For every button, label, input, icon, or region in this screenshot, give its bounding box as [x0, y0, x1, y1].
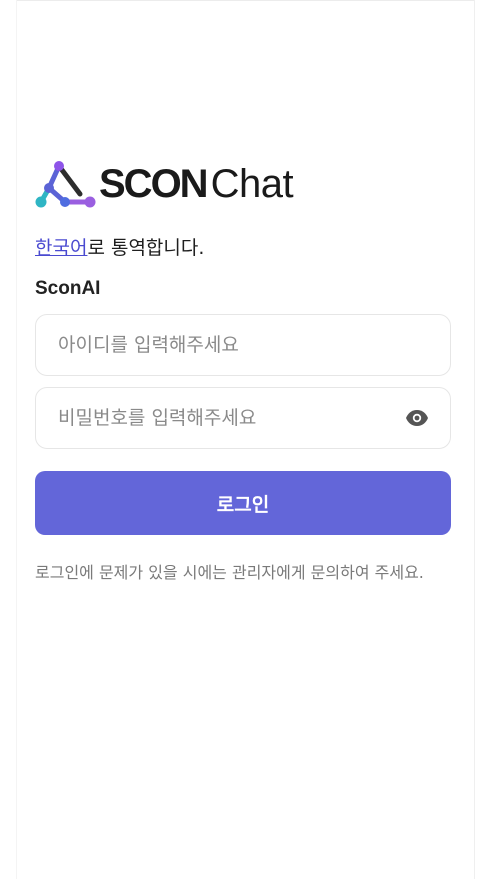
id-field[interactable] [35, 314, 451, 376]
language-link[interactable]: 한국어 [35, 237, 87, 259]
left-frame-border [16, 0, 17, 879]
right-frame-border [474, 0, 475, 879]
translation-notice: 한국어로 통역합니다. [35, 234, 451, 262]
logo-wordmark-bold: SCON [99, 161, 209, 206]
organization-name: SconAI [35, 278, 101, 299]
id-input[interactable] [56, 333, 430, 357]
login-panel: SCON Chat 한국어로 통역합니다. SconAI 로그인 로그인에 문제… [35, 156, 451, 587]
scon-network-logo-icon [35, 161, 96, 208]
login-button[interactable]: 로그인 [35, 471, 451, 535]
top-frame-border [16, 0, 475, 3]
password-input[interactable] [56, 406, 404, 430]
translation-suffix: 로 통역합니다. [87, 237, 205, 259]
brand-logo: SCON Chat [35, 156, 451, 212]
eye-icon[interactable] [404, 405, 430, 431]
logo-wordmark-light: Chat [210, 161, 294, 206]
password-field[interactable] [35, 387, 451, 449]
help-text: 로그인에 문제가 있을 시에는 관리자에게 문의하여 주세요. [35, 563, 424, 582]
